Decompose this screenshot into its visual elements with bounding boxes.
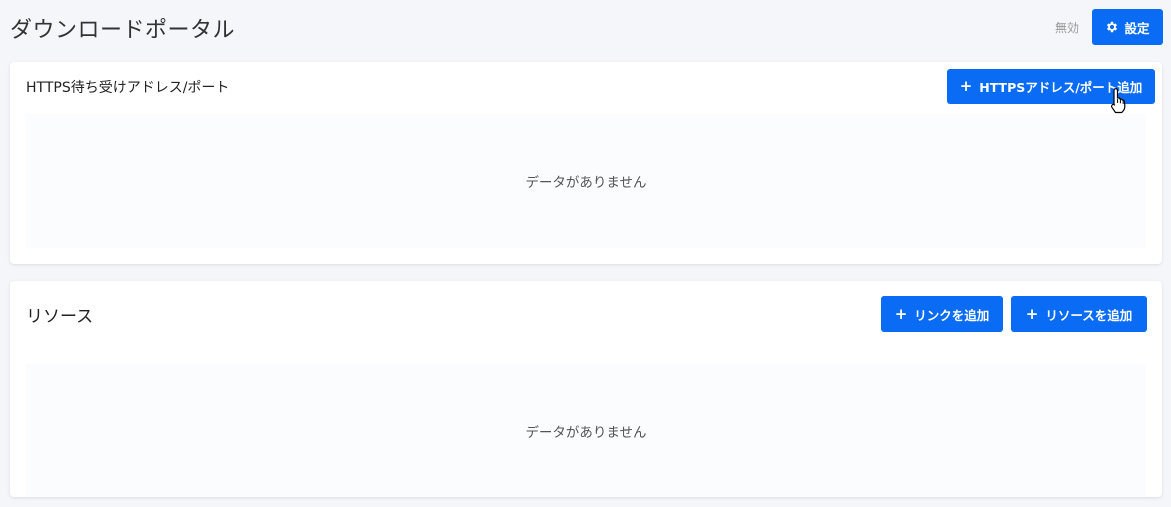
resources-section-title: リソース [26, 307, 94, 327]
gear-icon [1107, 21, 1118, 33]
add-resource-button[interactable]: + リソースを追加 [1011, 296, 1147, 332]
add-link-button[interactable]: + リンクを追加 [881, 296, 1003, 332]
hand-pointer-icon [1110, 88, 1126, 114]
https-listen-card: HTTPS待ち受けアドレス/ポート + HTTPSアドレス/ポート追加 データが… [10, 62, 1162, 264]
page-header: ダウンロードポータル 無効 設定 [0, 0, 1171, 56]
status-text: 無効 [1054, 21, 1079, 35]
https-empty-state: データがありません [26, 114, 1146, 248]
settings-label: 設定 [1124, 20, 1150, 36]
resources-card: リソース + リンクを追加 + リソースを追加 データがありません [10, 281, 1162, 497]
add-link-label: リンクを追加 [914, 307, 990, 323]
plus-icon: + [894, 304, 908, 323]
resources-empty-text: データがありません [525, 424, 647, 441]
plus-icon: + [1025, 304, 1039, 323]
add-resource-label: リソースを追加 [1045, 307, 1133, 323]
resources-empty-state: データがありません [26, 364, 1146, 497]
https-empty-text: データがありません [525, 175, 647, 191]
plus-icon: + [959, 77, 973, 95]
page-title: ダウンロードポータル [10, 18, 236, 43]
https-section-title: HTTPS待ち受けアドレス/ポート [26, 80, 230, 96]
settings-button[interactable]: 設定 [1092, 9, 1163, 45]
